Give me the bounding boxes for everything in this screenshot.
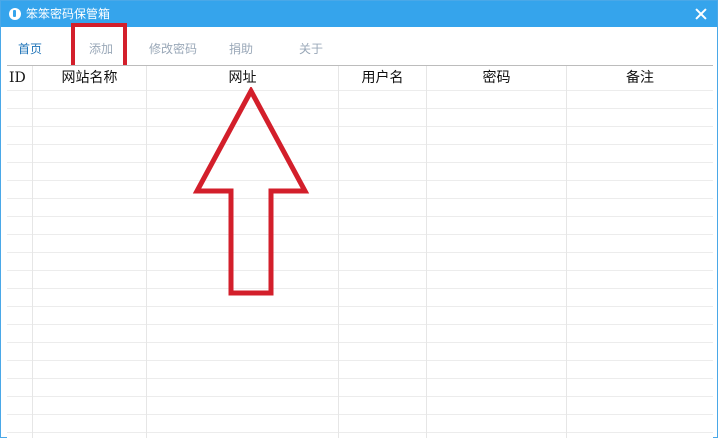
table-row xyxy=(7,180,713,181)
table-row xyxy=(7,198,713,199)
column-header-id[interactable]: ID xyxy=(7,66,33,90)
table-row xyxy=(7,306,713,307)
column-divider xyxy=(426,66,427,438)
table-row xyxy=(7,144,713,145)
table-row xyxy=(7,378,713,379)
column-divider xyxy=(338,66,339,438)
table-row xyxy=(7,270,713,271)
table-body xyxy=(7,90,713,438)
title-bar: 笨笨密码保管箱 xyxy=(1,1,717,27)
column-divider xyxy=(146,66,147,438)
table-row xyxy=(7,108,713,109)
menu-item-donate[interactable]: 捐助 xyxy=(229,41,253,57)
table-row xyxy=(7,360,713,361)
table-row xyxy=(7,234,713,235)
close-icon[interactable] xyxy=(691,4,711,24)
table-row xyxy=(7,342,713,343)
column-header-site-name[interactable]: 网站名称 xyxy=(33,66,147,90)
column-header-url[interactable]: 网址 xyxy=(147,66,339,90)
menu-item-home[interactable]: 首页 xyxy=(18,41,42,57)
column-header-password[interactable]: 密码 xyxy=(427,66,567,90)
menu-item-about[interactable]: 关于 xyxy=(299,41,323,57)
menu-item-add[interactable]: 添加 xyxy=(89,41,113,57)
column-divider xyxy=(566,66,567,438)
table-row xyxy=(7,216,713,217)
table-row xyxy=(7,324,713,325)
password-table: ID 网站名称 网址 用户名 密码 备注 xyxy=(7,65,713,438)
table-header: ID 网站名称 网址 用户名 密码 备注 xyxy=(7,66,713,90)
table-row xyxy=(7,126,713,127)
table-row xyxy=(7,288,713,289)
column-divider xyxy=(32,66,33,438)
column-header-username[interactable]: 用户名 xyxy=(339,66,427,90)
table-row xyxy=(7,396,713,397)
table-row xyxy=(7,432,713,433)
app-logo-icon xyxy=(9,8,21,20)
table-row xyxy=(7,90,713,91)
table-row xyxy=(7,162,713,163)
window-title: 笨笨密码保管箱 xyxy=(26,7,111,21)
table-row xyxy=(7,414,713,415)
menu-bar: 首页 添加 修改密码 捐助 关于 xyxy=(1,27,717,65)
app-window: 笨笨密码保管箱 首页 添加 修改密码 捐助 关于 ID 网站名称 网址 用户名 … xyxy=(0,0,718,438)
menu-item-change-password[interactable]: 修改密码 xyxy=(149,41,197,57)
table-row xyxy=(7,252,713,253)
column-header-notes[interactable]: 备注 xyxy=(567,66,713,90)
